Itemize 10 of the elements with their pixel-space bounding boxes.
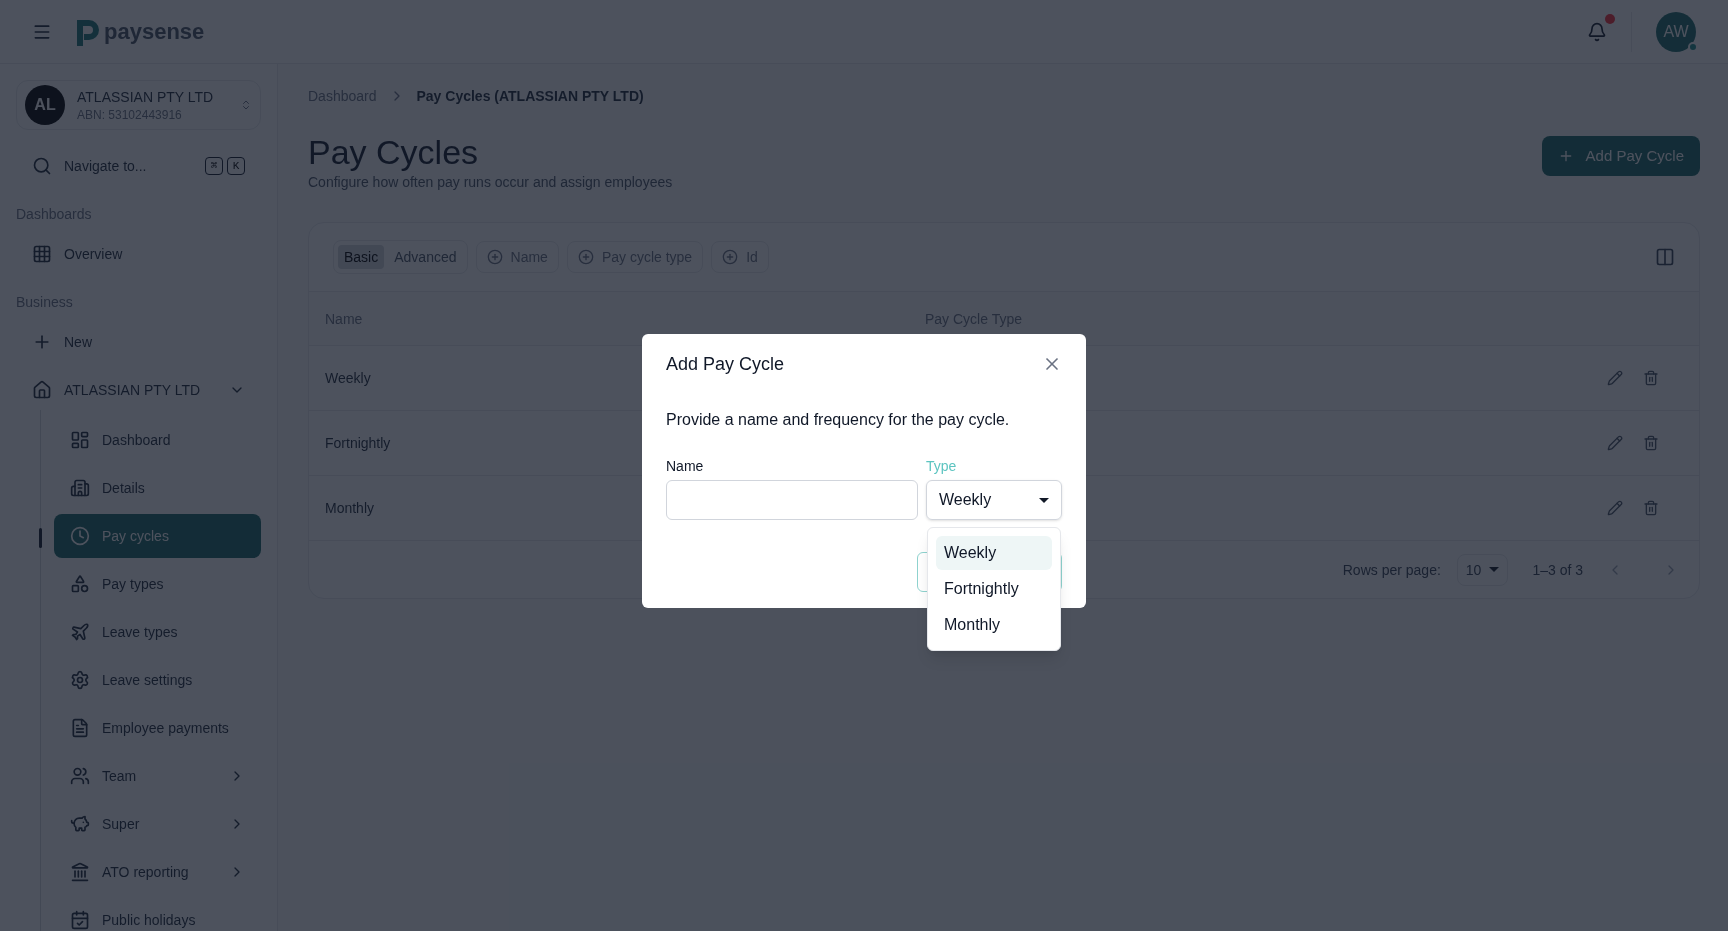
dialog-title: Add Pay Cycle [666,353,785,376]
dialog-description: Provide a name and frequency for the pay cycle. [666,410,1011,430]
page-title: Pay Cycles [308,132,480,172]
company-name: ATLASSIAN PTY LTD [77,88,215,107]
field-label: Name [666,457,705,476]
table-cell-text: Fortnightly [325,434,391,453]
field-label: Type [926,457,958,476]
table-cell-text: Weekly [325,369,371,388]
breadcrumb-current: Pay Cycles (ATLASSIAN PTY LTD) [416,87,644,106]
table-cell-text: Monthly [325,499,375,518]
